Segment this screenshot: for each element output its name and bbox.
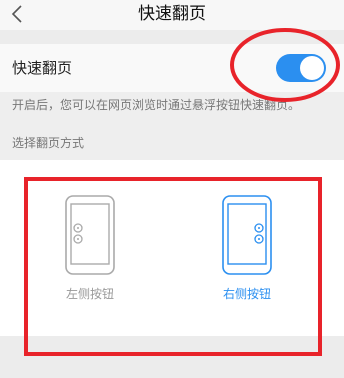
red-ellipse-annotation bbox=[230, 28, 340, 102]
mode-section-label: 选择翻页方式 bbox=[12, 136, 85, 150]
red-rectangle-annotation bbox=[24, 177, 322, 356]
page-title: 快速翻页 bbox=[138, 4, 206, 24]
toggle-label: 快速翻页 bbox=[12, 59, 73, 77]
